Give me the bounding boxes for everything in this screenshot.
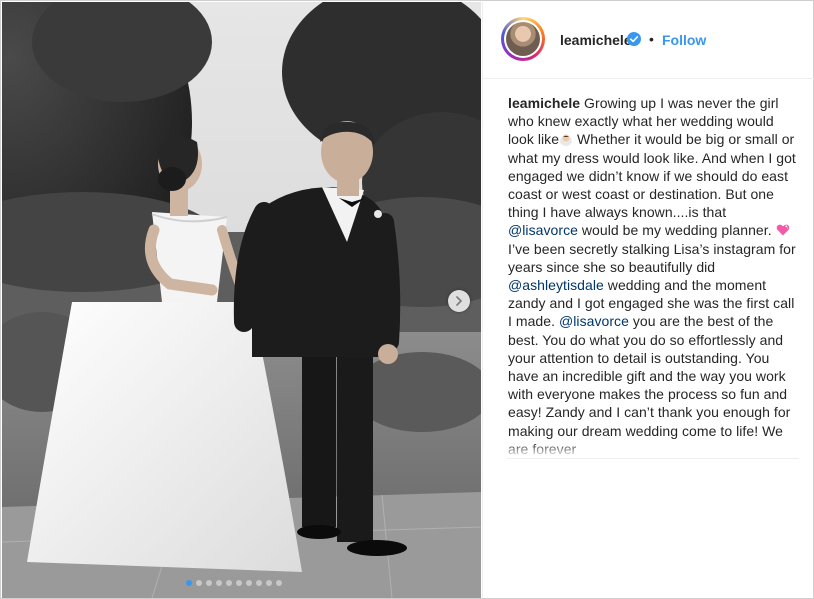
post-header: leamichele • Follow — [483, 2, 814, 79]
post-caption: leamichele Growing up I was never the gi… — [508, 94, 798, 454]
caption-text: you are the best of the best. You do wha… — [508, 313, 791, 454]
post-sidebar: leamichele • Follow leamichele Growing u… — [482, 2, 814, 598]
mention-link[interactable]: @lisavorce — [508, 222, 578, 238]
instagram-post: leamichele • Follow leamichele Growing u… — [0, 0, 814, 599]
carousel-dots — [186, 580, 282, 586]
caption-text: I’ve been secretly stalking Lisa’s insta… — [508, 240, 796, 275]
carousel-dot — [186, 580, 192, 586]
wedding-photo — [2, 2, 481, 598]
verified-badge-icon — [627, 32, 641, 46]
follow-button[interactable]: Follow — [662, 32, 706, 48]
carousel-dot — [266, 580, 272, 586]
caption-text: would be my wedding planner. — [577, 222, 776, 239]
carousel-dot — [206, 580, 212, 586]
bride-emoji-icon — [560, 134, 573, 147]
mention-link[interactable]: @ashleytisdale — [508, 277, 604, 293]
carousel-dot — [226, 580, 232, 586]
avatar[interactable] — [501, 17, 545, 61]
caption-fade — [508, 442, 798, 458]
carousel-dot — [276, 580, 282, 586]
carousel-next-button[interactable] — [448, 290, 470, 312]
divider — [507, 458, 799, 459]
separator-bullet: • — [649, 31, 654, 47]
carousel-dot — [216, 580, 222, 586]
chevron-right-icon — [456, 296, 463, 306]
carousel-dot — [246, 580, 252, 586]
caption-username[interactable]: leamichele — [508, 95, 580, 111]
carousel-dot — [196, 580, 202, 586]
mention-link[interactable]: @lisavorce — [559, 313, 629, 329]
username-link[interactable]: leamichele — [560, 32, 632, 48]
carousel-dot — [236, 580, 242, 586]
avatar-image — [506, 22, 540, 56]
post-photo[interactable] — [2, 2, 481, 598]
pink-heart-emoji-icon — [776, 225, 789, 236]
carousel-dot — [256, 580, 262, 586]
